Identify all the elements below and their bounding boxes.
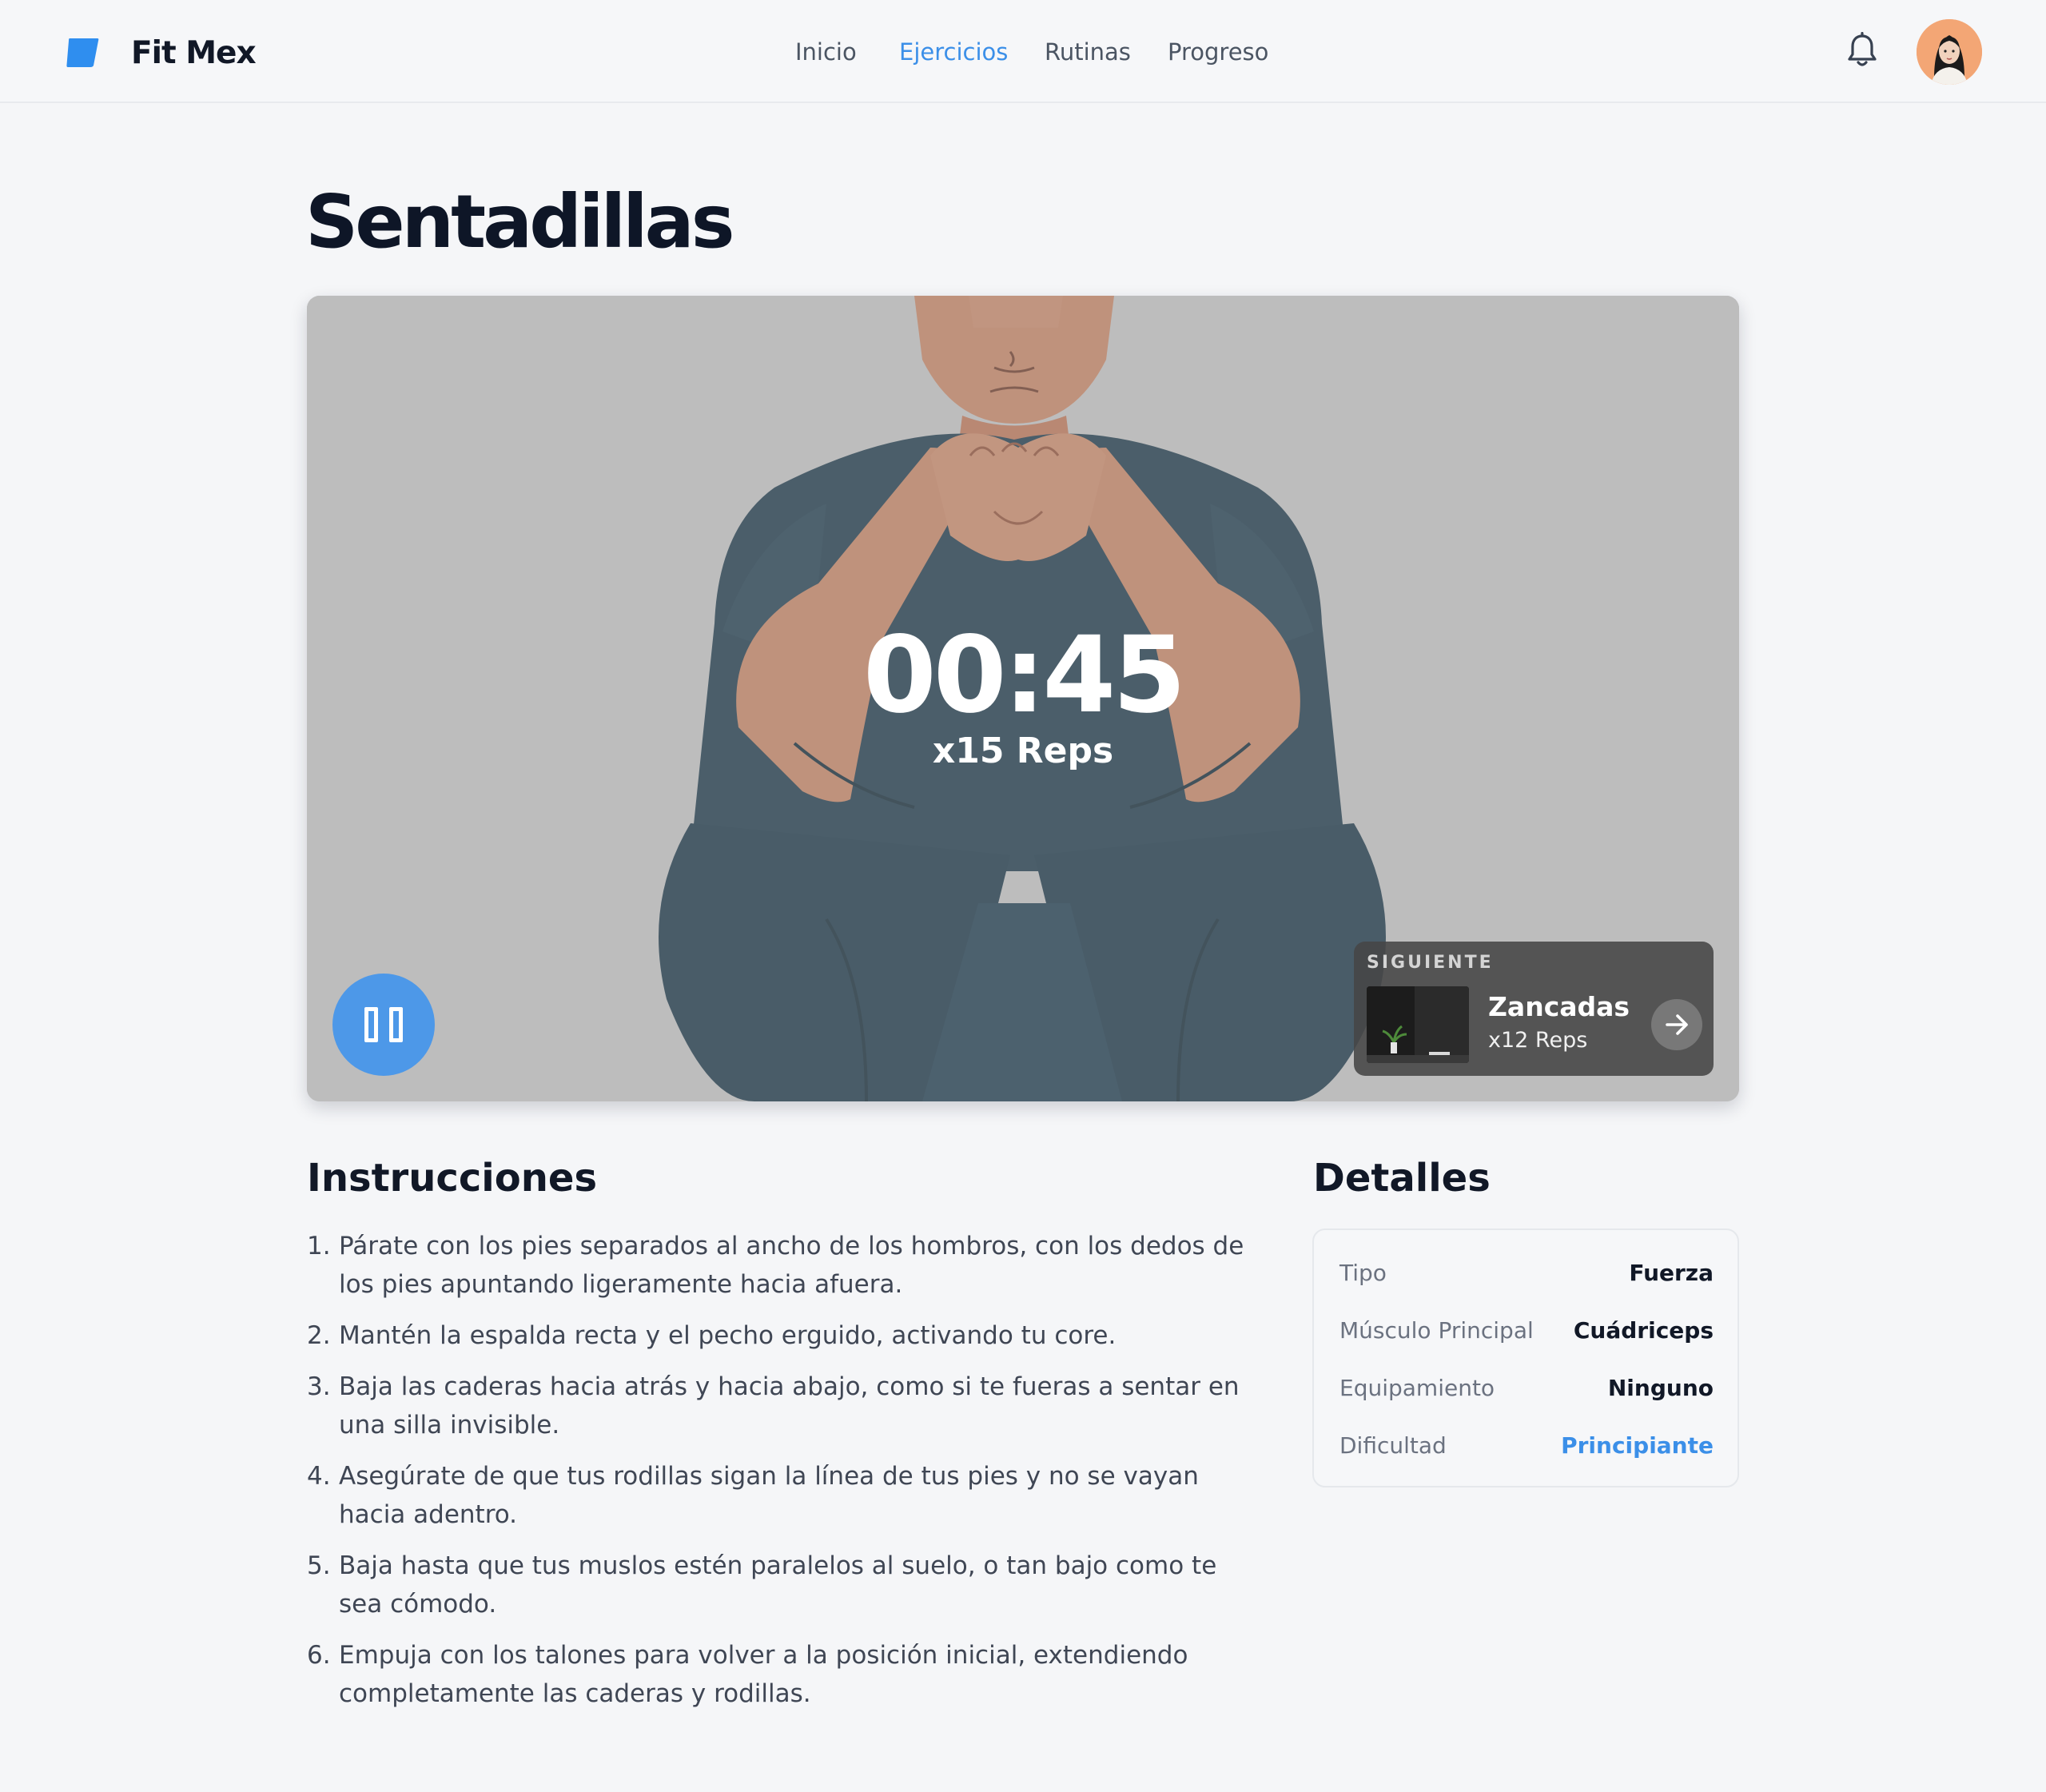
details-heading: Detalles	[1313, 1156, 1491, 1201]
detail-row-tipo: Tipo Fuerza	[1339, 1260, 1714, 1286]
nav-item-progreso[interactable]: Progreso	[1168, 32, 1268, 72]
list-item: 1. Párate con los pies separados al ancho…	[307, 1232, 1244, 1299]
next-exercise-reps: x12 Reps	[1488, 1028, 1588, 1053]
countdown-timer: 00:45	[862, 614, 1186, 737]
plant-thumbnail-icon	[1367, 986, 1469, 1063]
pause-icon	[364, 1007, 378, 1042]
difficulty-badge: Principiante	[1561, 1432, 1714, 1459]
details-card: Tipo Fuerza Músculo Principal Cuádriceps…	[1312, 1229, 1739, 1487]
bell-icon[interactable]	[1846, 32, 1878, 69]
pause-button[interactable]	[332, 974, 435, 1076]
exercise-player: 00:45 x15 Reps SIGUIENTE Zancadas x12 Re…	[307, 296, 1739, 1101]
list-item: 2. Mantén la espalda recta y el pecho erg…	[307, 1321, 1117, 1350]
pause-icon	[389, 1007, 403, 1042]
next-label: SIGUIENTE	[1367, 953, 1494, 973]
main-nav: Inicio Ejercicios Rutinas Progreso	[0, 32, 2046, 72]
arrow-right-icon	[1666, 1014, 1688, 1035]
instructions-heading: Instrucciones	[307, 1156, 598, 1201]
page-title: Sentadillas	[305, 179, 735, 265]
list-item: 5. Baja hasta que tus muslos estén parale…	[307, 1551, 1217, 1619]
detail-row-dificultad: Dificultad Principiante	[1339, 1428, 1714, 1463]
nav-item-inicio[interactable]: Inicio	[795, 32, 857, 72]
instructions-list: 1. Párate con los pies separados al ancho…	[307, 1227, 1250, 1726]
next-exercise-thumbnail	[1367, 986, 1469, 1063]
nav-item-ejercicios[interactable]: Ejercicios	[899, 32, 1008, 72]
next-exercise-card[interactable]: SIGUIENTE Zancadas x12 Reps	[1354, 942, 1714, 1076]
nav-item-rutinas[interactable]: Rutinas	[1045, 32, 1131, 72]
list-item: 6. Empuja con los talones para volver a l…	[307, 1641, 1188, 1708]
reps-counter: x15 Reps	[932, 731, 1114, 771]
detail-row-equipamiento: Equipamiento Ninguno	[1339, 1375, 1714, 1401]
next-exercise-name: Zancadas	[1488, 991, 1630, 1022]
avatar-portrait-icon	[1917, 19, 1982, 85]
top-navbar: Fit Mex Inicio Ejercicios Rutinas Progre…	[0, 0, 2046, 103]
detail-row-musculo: Músculo Principal Cuádriceps	[1339, 1317, 1714, 1344]
list-item: 4. Asegúrate de que tus rodillas sigan la…	[307, 1462, 1199, 1529]
next-exercise-button[interactable]	[1651, 999, 1702, 1050]
list-item: 3. Baja las caderas hacia atrás y hacia a…	[307, 1372, 1240, 1440]
avatar[interactable]	[1917, 19, 1982, 85]
